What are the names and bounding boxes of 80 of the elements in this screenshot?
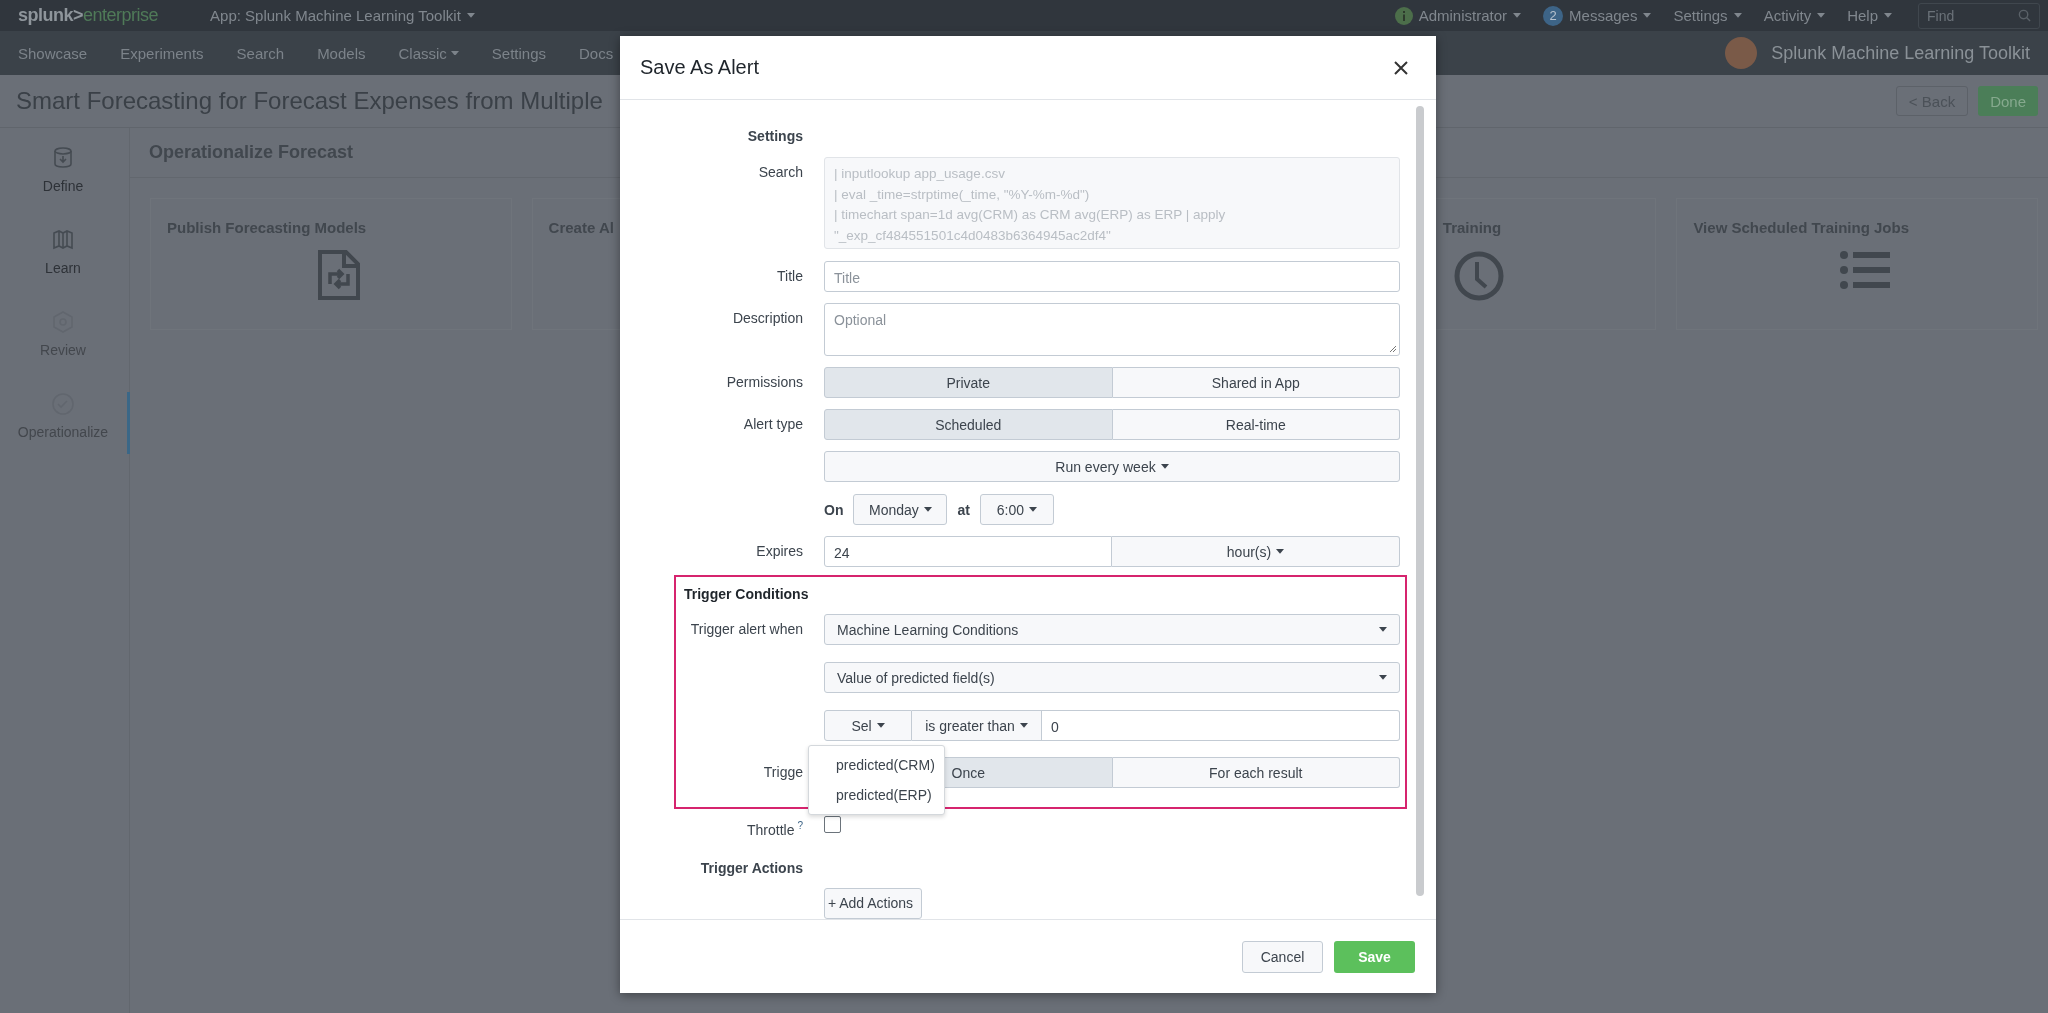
threshold-field[interactable]: 0	[1042, 710, 1400, 741]
segment-button[interactable]: Scheduled	[824, 409, 1113, 440]
logo[interactable]: splunk>enterprise	[18, 5, 159, 26]
caret-icon	[1276, 549, 1285, 554]
field-label: Title	[776, 267, 803, 284]
caret-icon	[1513, 13, 1522, 18]
description-field[interactable]: Optional	[824, 303, 1400, 356]
caret-icon	[1019, 723, 1028, 728]
app-title: Splunk Machine Learning Toolkit	[1725, 37, 2030, 69]
nav-link[interactable]: Settings	[491, 44, 547, 62]
step-tab[interactable]: Learn	[0, 228, 130, 290]
dialog-title: Save As Alert	[640, 56, 759, 79]
section-heading: Trigger Actions	[699, 858, 803, 876]
caret-icon	[1379, 627, 1387, 632]
nav-link[interactable]: Classic	[398, 44, 459, 62]
segment-button[interactable]: Shared in App	[1112, 367, 1400, 398]
schedule-dropdown[interactable]: Run every week	[824, 451, 1400, 482]
day-dropdown[interactable]: Monday	[853, 494, 948, 525]
list-icon	[1840, 250, 1891, 290]
at-label: at	[957, 501, 970, 518]
field-dropdown[interactable]: Sel	[824, 710, 912, 741]
segment-button[interactable]: For each result	[1112, 757, 1400, 788]
add-actions-button[interactable]: + Add Actions	[824, 887, 922, 919]
segment-button[interactable]: Private	[824, 367, 1113, 398]
message-count-badge: 2	[1543, 5, 1564, 26]
field-label: Description	[731, 309, 803, 326]
database-icon	[51, 146, 75, 170]
document-refresh-icon	[317, 250, 360, 300]
nav-link[interactable]: Models	[317, 44, 366, 62]
caret-icon	[1160, 464, 1169, 469]
caret-icon	[1379, 675, 1387, 680]
field-label: Throttle $^{?}$	[745, 819, 803, 838]
caret-icon	[1884, 13, 1892, 18]
nav-link[interactable]: Showcase	[18, 44, 88, 62]
top-menu[interactable]: Administrator	[1394, 6, 1522, 25]
caret-icon	[450, 50, 459, 56]
app-icon	[1725, 37, 1758, 69]
section-heading: Trigger Conditions	[683, 586, 810, 602]
time-dropdown[interactable]: 6:00	[979, 494, 1054, 525]
condition-dropdown[interactable]: Value of predicted field(s)	[824, 662, 1400, 693]
cancel-button[interactable]: Cancel	[1242, 940, 1323, 973]
top-menu[interactable]: Settings	[1673, 7, 1742, 24]
nav-link[interactable]: Experiments	[120, 44, 204, 62]
condition-dropdown[interactable]: Machine Learning Conditions	[824, 614, 1400, 645]
scrollbar[interactable]	[1416, 106, 1424, 896]
step-tab[interactable]: Define	[0, 146, 130, 208]
info-icon	[1394, 6, 1413, 25]
title-field[interactable]: Title	[824, 261, 1400, 292]
field-label: Expires	[755, 542, 803, 559]
search-field[interactable]: Find	[1918, 2, 2040, 29]
caret-icon	[1733, 13, 1742, 18]
top-menu[interactable]: Help	[1847, 7, 1892, 24]
unit-dropdown[interactable]: hour(s)	[1112, 536, 1400, 567]
caret-icon	[466, 13, 475, 18]
field-label: Trigger alert when	[689, 620, 803, 637]
field-label: Permissions	[725, 373, 803, 390]
resize-grip-icon[interactable]	[1389, 345, 1397, 353]
top-menu[interactable]: 2 Messages	[1543, 5, 1652, 26]
expires-field[interactable]: 24	[824, 536, 1112, 567]
segment-button[interactable]: Real-time	[1112, 409, 1400, 440]
caret-icon	[1817, 13, 1826, 18]
field-label: Trigge	[762, 763, 803, 780]
field-label: Alert type	[742, 415, 803, 432]
done-button[interactable]: Done	[1978, 86, 2038, 116]
app-menu[interactable]: App: Splunk Machine Learning Toolkit	[210, 7, 475, 24]
operator-dropdown[interactable]: is greater than	[912, 710, 1042, 741]
nav-link[interactable]: Search	[236, 44, 285, 62]
on-label: On	[824, 501, 844, 518]
caret-icon	[876, 723, 885, 728]
caret-icon	[1029, 507, 1038, 512]
top-menu[interactable]: Activity	[1763, 7, 1826, 24]
caret-icon	[1643, 13, 1652, 18]
save-button[interactable]: Save	[1334, 940, 1415, 973]
search-query-field: | inputlookup app_usage.csv | eval _time=strptime(_time, "%Y-%m-%d") | timechart span=1d avg(CRM) as CRM avg(ERP) as ERP | apply "_exp_cf484551501c4d0483b6364945ac2df4"	[824, 157, 1400, 249]
throttle-checkbox[interactable]	[824, 816, 841, 833]
section-heading: Settings	[746, 127, 803, 144]
field-label: Search	[757, 163, 803, 180]
search-icon	[2018, 9, 2031, 22]
clock-icon	[1452, 250, 1505, 302]
caret-icon	[923, 507, 932, 512]
